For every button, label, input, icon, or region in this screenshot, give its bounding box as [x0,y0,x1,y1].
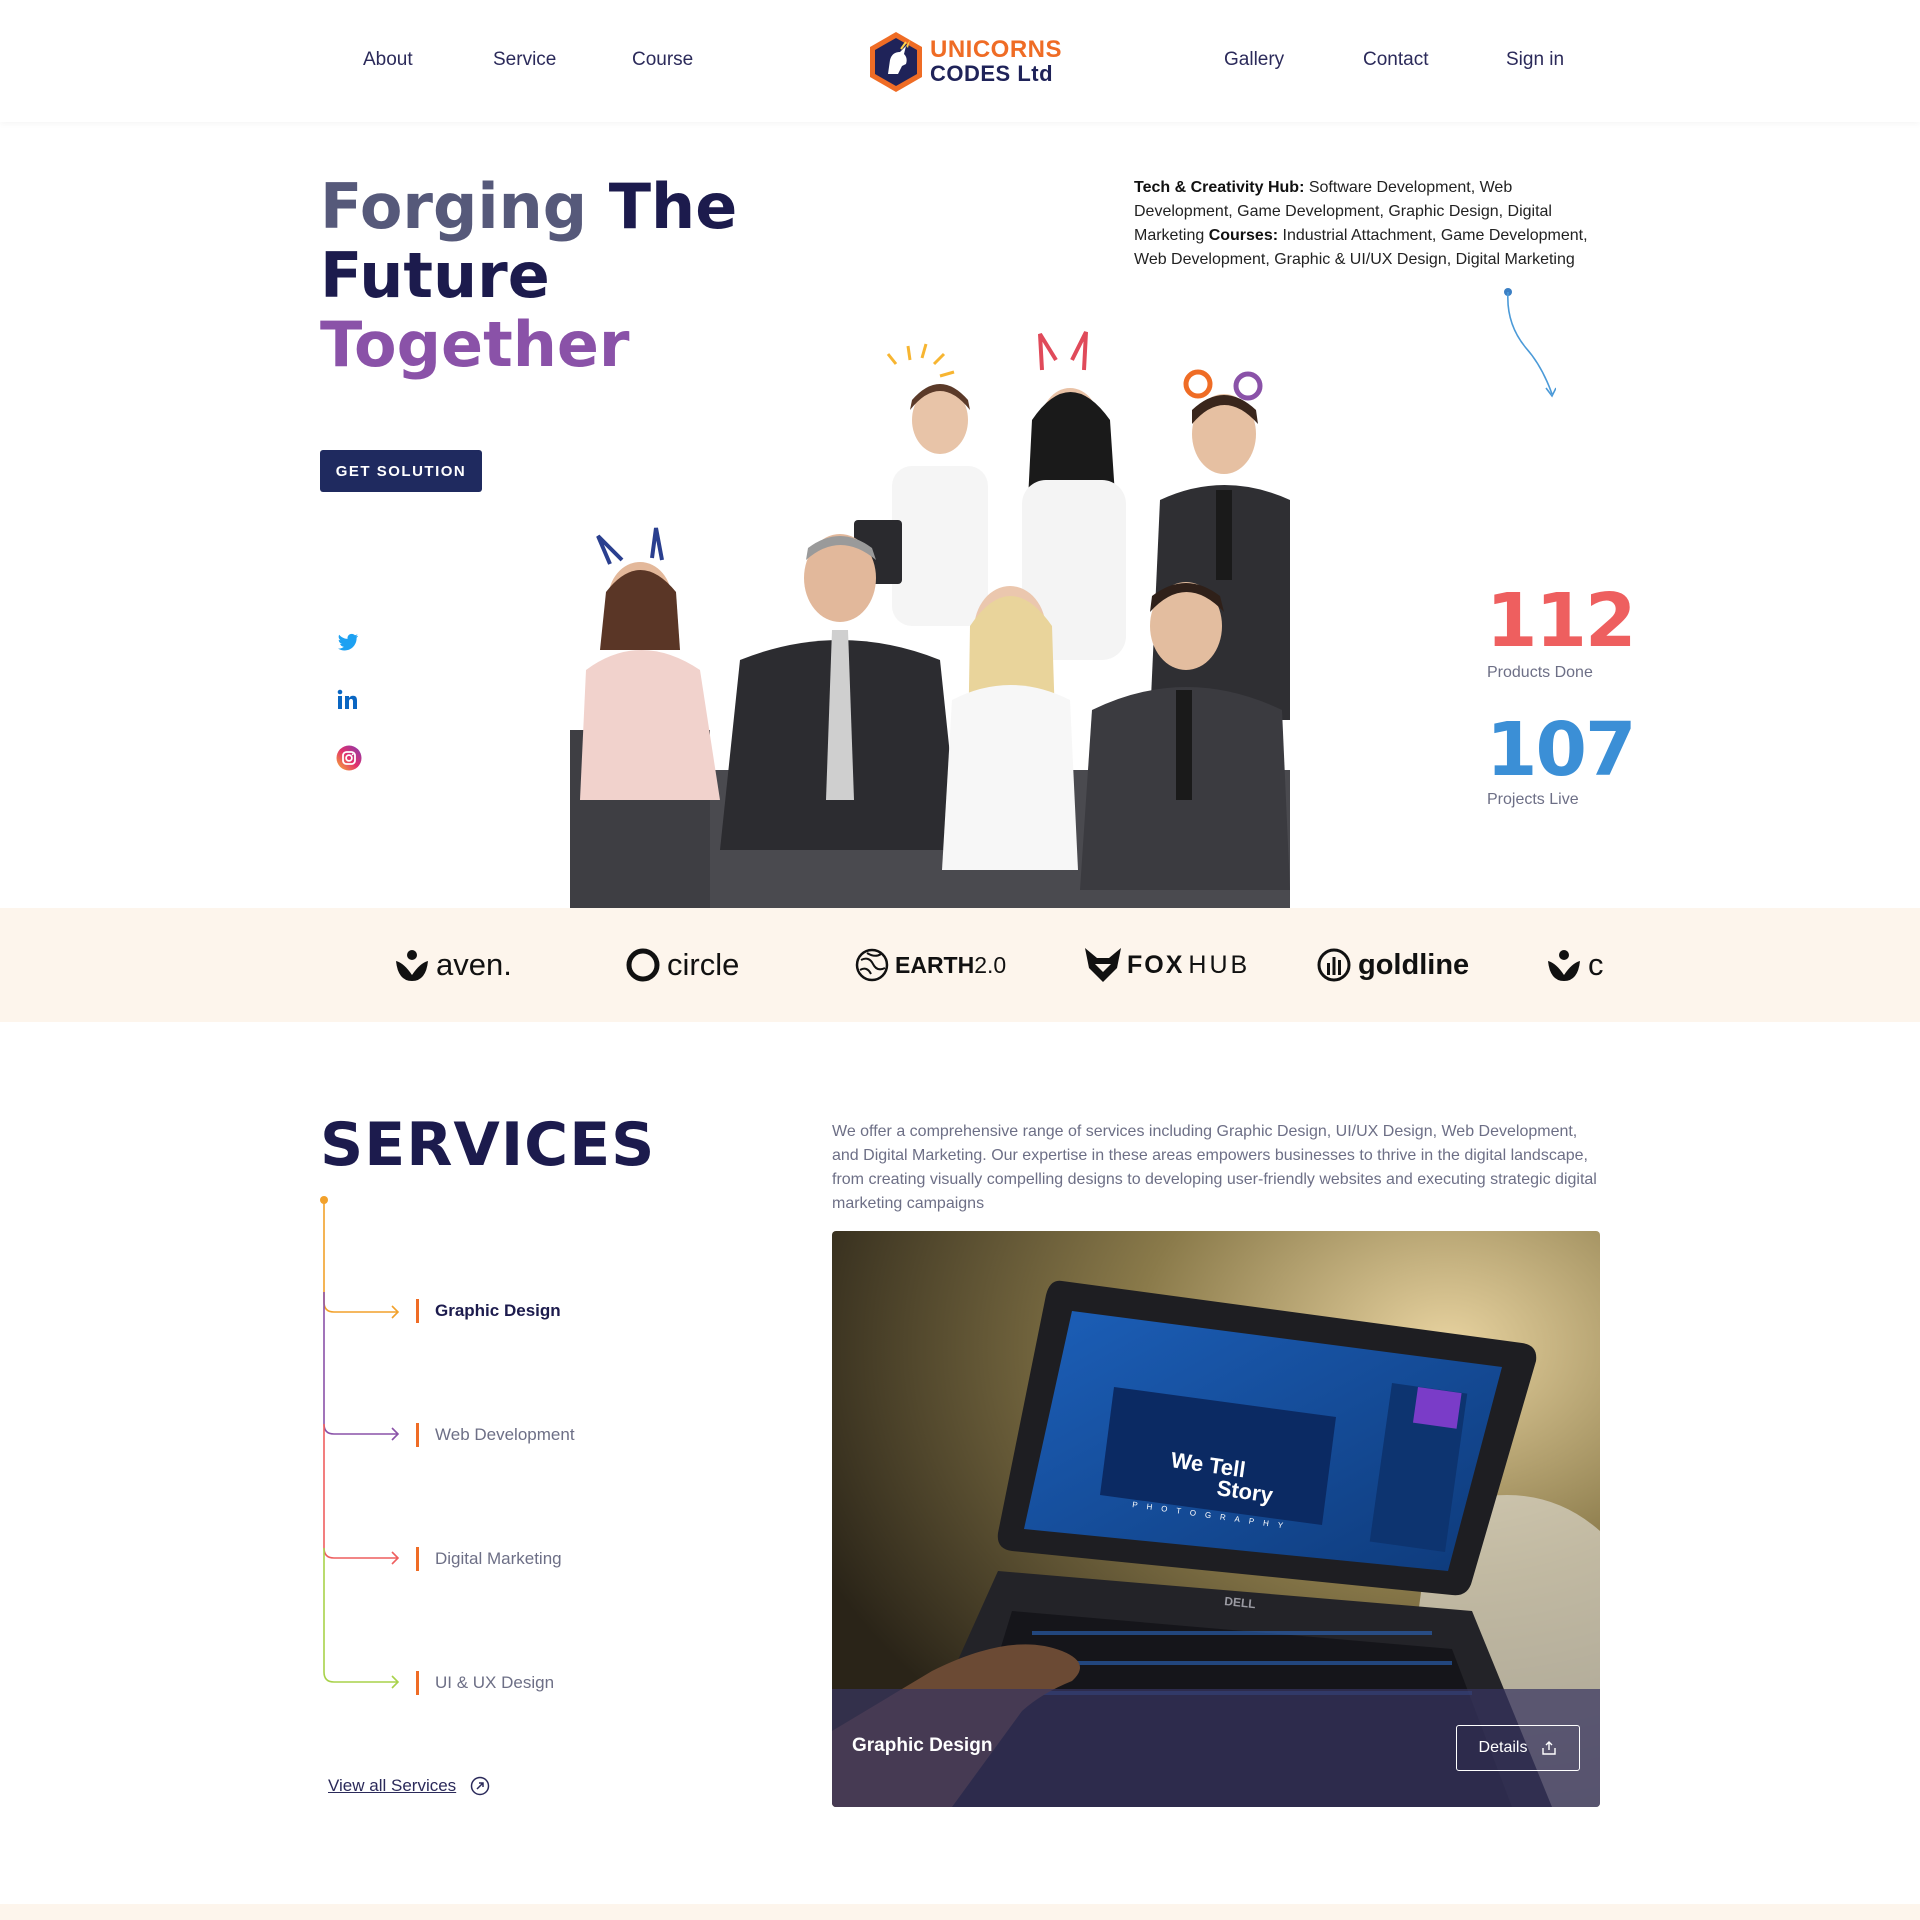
logo-line1: UNICORNS [930,36,1063,63]
services-description: We offer a comprehensive range of servic… [832,1123,1597,1212]
card-title: Graphic Design [852,1735,993,1756]
brand-circle-name: circle [667,947,740,982]
hub-label: Tech & Creativity Hub: [1134,179,1305,196]
circle-logo-icon [626,948,660,982]
aven-logo-icon [1548,950,1580,981]
brand-hub-name: HUB [1188,950,1251,979]
service-item-digital-marketing[interactable]: Digital Marketing [416,1547,562,1571]
stat-value-projects: 107 [1486,707,1636,793]
brand-aven-repeat-name: c [1588,947,1604,982]
service-label: Graphic Design [435,1301,561,1320]
brand-aven: aven. [394,942,512,988]
brand-goldline: goldline [1316,942,1469,988]
brand-circle: circle [625,942,739,988]
stat-label-products: Products Done [1487,664,1593,681]
details-button-label: Details [1478,1739,1528,1756]
stat-value-products: 112 [1486,578,1636,664]
team-photo [570,331,1290,908]
brand-earth-version: 2.0 [974,951,1007,978]
nav-gallery-link[interactable]: Gallery [1224,49,1284,71]
nav-course-link[interactable]: Course [632,49,693,71]
earth-logo-icon [855,948,889,982]
headline-word-future: Future [320,239,550,312]
linkedin-icon[interactable] [336,688,360,712]
stat-label-projects: Projects Live [1487,791,1579,808]
brand-goldline-name: goldline [1358,948,1470,981]
service-marker [416,1299,419,1323]
brand-foxhub: FOX HUB [1085,942,1250,988]
nav-contact-link[interactable]: Contact [1363,49,1428,71]
nav-signin-link[interactable]: Sign in [1506,49,1564,71]
brand-aven-name: aven. [436,947,512,982]
headline-word-forging: Forging [320,170,588,243]
top-navigation: About Service Course UNICORNS CODES Ltd … [0,0,1920,122]
view-all-services-link[interactable]: View all Services [328,1776,490,1796]
services-timeline-icon [320,1196,400,1689]
get-solution-button[interactable]: GET SOLUTION [320,450,482,492]
logo-line2: CODES Ltd [930,61,1054,86]
service-item-graphic-design[interactable]: Graphic Design [416,1299,561,1323]
services-heading: SERVICES [320,1110,656,1180]
nav-about-link[interactable]: About [363,49,413,71]
service-marker [416,1547,419,1571]
brand-earth-name: EARTH [895,951,975,978]
partner-logos-strip: aven. circle EARTH2.0 FOXHUB goldline [0,908,1920,1022]
twitter-icon[interactable] [336,630,360,654]
service-label: UI & UX Design [435,1673,555,1692]
service-item-web-development[interactable]: Web Development [416,1423,575,1447]
footer-strip [0,1904,1920,1920]
headline-word-the: The [608,170,738,243]
service-marker [416,1671,419,1695]
brand-fox-name: FOX [1127,950,1185,979]
service-label: Web Development [435,1425,575,1444]
service-label: Digital Marketing [435,1549,562,1568]
share-icon [1542,1741,1557,1755]
aven-logo-icon [396,950,428,981]
service-marker [416,1423,419,1447]
details-button[interactable]: Details [1456,1725,1580,1771]
nav-service-link[interactable]: Service [493,49,556,71]
instagram-icon[interactable] [336,745,362,771]
view-all-label: View all Services [328,1776,457,1795]
service-item-ui-ux-design[interactable]: UI & UX Design [416,1671,554,1695]
arrow-up-right-circle-icon [470,1776,490,1796]
brand-aven-repeat: c [1546,942,1604,988]
goldline-logo-icon [1317,948,1351,982]
curved-arrow-icon [1504,288,1556,398]
card-caption-bar: Graphic Design Details [832,1689,1600,1807]
service-feature-card[interactable]: We Tell Story PHOTOGRAPHY DELL Graphic D… [832,1231,1600,1807]
hub-description: Tech & Creativity Hub: Software Developm… [1134,176,1604,272]
fox-logo-icon [1085,948,1121,982]
brand-earth: EARTH 2.0 [855,942,1006,988]
unicorns-codes-logo[interactable]: UNICORNS CODES Ltd [868,30,1062,94]
unicorn-hex-logo-icon [870,32,922,92]
courses-label: Courses: [1208,227,1279,244]
